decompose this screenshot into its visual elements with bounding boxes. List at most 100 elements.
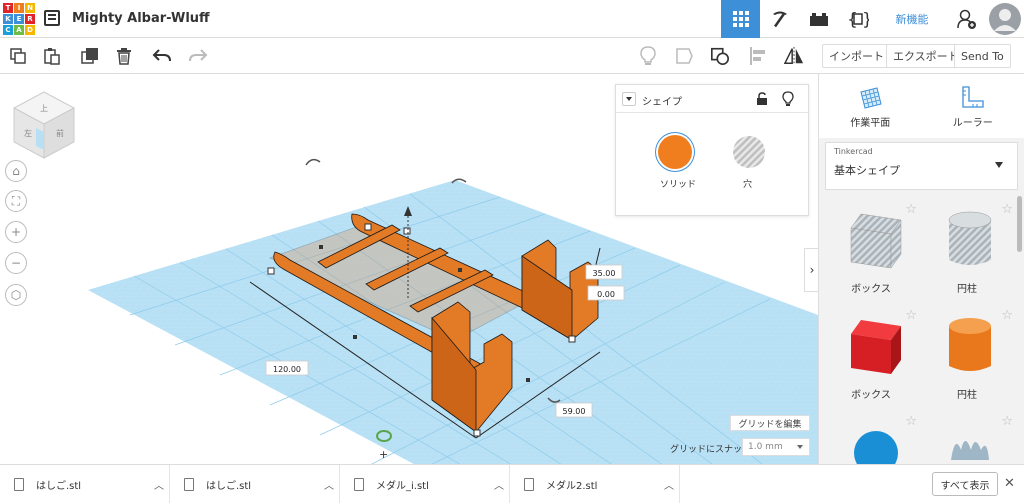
blocks-button[interactable] — [760, 0, 799, 38]
shape-box-hole[interactable]: ☆ ボックス — [825, 200, 917, 300]
bricks-button[interactable] — [799, 0, 838, 38]
favorite-star-icon[interactable]: ☆ — [1001, 202, 1013, 217]
design-title[interactable]: Mighty Albar-Wluff — [72, 11, 210, 26]
inspector-title: シェイプ — [642, 93, 682, 108]
svg-text:前: 前 — [56, 128, 64, 138]
shape-scribble[interactable]: ☆ — [921, 412, 1013, 466]
download-item[interactable]: メダル_i.stl ︿ — [340, 465, 510, 503]
hole-label: 穴 — [743, 177, 752, 190]
duplicate-icon — [81, 47, 99, 65]
zoom-out-button[interactable]: − — [5, 252, 27, 274]
home-view-button[interactable]: ⌂ — [5, 160, 27, 182]
add-user-icon — [956, 8, 978, 30]
copy-icon — [9, 47, 27, 65]
ruler-icon — [960, 84, 986, 110]
snap-grid-label: グリッドにスナップ — [670, 442, 751, 455]
3d-view-button[interactable] — [721, 0, 760, 38]
favorite-star-icon[interactable]: ☆ — [905, 308, 917, 323]
elevation-dim: 0.00 — [597, 290, 615, 299]
shape-outline-button[interactable] — [674, 46, 694, 66]
cylinder-icon — [947, 316, 993, 376]
send-to-button[interactable]: Send To — [954, 44, 1011, 68]
length-dim: 120.00 — [273, 365, 301, 374]
box-icon — [847, 316, 905, 376]
width-dim: 59.00 — [563, 407, 586, 416]
edit-toolbar: インポート エクスポート Send To — [0, 38, 1024, 74]
zoom-in-button[interactable]: + — [5, 221, 27, 243]
redo-icon — [188, 48, 208, 64]
lightbulb-icon[interactable] — [782, 91, 794, 107]
download-item[interactable]: メダル2.stl ︿ — [510, 465, 680, 503]
shape-box-solid[interactable]: ☆ ボックス — [825, 306, 917, 406]
speech-bubble-icon — [674, 46, 694, 66]
undo-icon — [152, 48, 172, 64]
svg-text:+: + — [379, 448, 388, 461]
code-icon: {} — [847, 9, 869, 29]
shape-library-dropdown[interactable]: Tinkercad 基本シェイプ — [825, 142, 1018, 190]
paste-button[interactable] — [42, 46, 62, 66]
avatar-icon — [989, 3, 1021, 35]
download-item[interactable]: はしご.stl ︿ — [0, 465, 170, 503]
chevron-up-icon[interactable]: ︿ — [489, 477, 509, 492]
notes-button[interactable] — [638, 46, 658, 66]
inspector-collapse-button[interactable] — [622, 92, 636, 106]
shape-cylinder-solid[interactable]: ☆ 円柱 — [921, 306, 1013, 406]
close-icon[interactable]: ✕ — [1004, 476, 1015, 491]
top-bar: T I N K E R C A D Mighty Albar-Wluff {} … — [0, 0, 1024, 38]
codeblocks-button[interactable]: {} — [838, 0, 877, 38]
tinkercad-logo[interactable]: T I N K E R C A D — [3, 3, 35, 35]
height-dim: 35.00 — [593, 269, 616, 278]
duplicate-button[interactable] — [80, 46, 100, 66]
shape-cylinder-hole[interactable]: ☆ 円柱 — [921, 200, 1013, 300]
group-button[interactable] — [710, 46, 730, 66]
shape-sphere[interactable]: ☆ — [825, 412, 917, 466]
user-avatar[interactable] — [986, 0, 1024, 38]
svg-text:}: } — [862, 10, 869, 29]
download-item[interactable]: はしご.stl ︿ — [170, 465, 340, 503]
chevron-up-icon[interactable]: ︿ — [149, 477, 169, 492]
redo-button[interactable] — [188, 46, 208, 66]
copy-button[interactable] — [8, 46, 28, 66]
show-all-downloads-button[interactable]: すべて表示 — [932, 472, 998, 496]
mirror-button[interactable] — [784, 46, 804, 66]
chevron-up-icon[interactable]: ︿ — [319, 477, 339, 492]
align-icon — [749, 46, 767, 66]
add-user-button[interactable] — [947, 0, 986, 38]
file-icon — [524, 478, 534, 491]
import-button[interactable]: インポート — [822, 44, 891, 68]
chevron-up-icon[interactable]: ︿ — [659, 477, 679, 492]
cylinder-hole-icon — [947, 210, 993, 270]
hole-swatch[interactable] — [732, 135, 766, 169]
unlock-icon[interactable] — [756, 92, 768, 106]
download-bar: はしご.stl ︿ はしご.stl ︿ メダル_i.stl ︿ メダル2.stl… — [0, 464, 1024, 502]
mirror-icon — [784, 46, 804, 66]
align-button[interactable] — [748, 46, 768, 66]
solid-swatch[interactable] — [658, 135, 692, 169]
favorite-star-icon[interactable]: ☆ — [1001, 308, 1013, 323]
chevron-down-icon — [995, 162, 1003, 168]
design-list-icon[interactable] — [44, 10, 60, 26]
panel-scrollbar[interactable] — [1017, 196, 1022, 252]
delete-button[interactable] — [114, 46, 134, 66]
favorite-star-icon[interactable]: ☆ — [1001, 414, 1013, 429]
trash-icon — [115, 47, 133, 65]
fit-view-button[interactable]: ⛶ — [5, 190, 27, 212]
workplane-tool[interactable]: 作業平面 — [819, 74, 922, 138]
file-icon — [184, 478, 194, 491]
favorite-star-icon[interactable]: ☆ — [905, 202, 917, 217]
group-icon — [710, 46, 730, 66]
pickaxe-icon — [770, 9, 790, 29]
shapes-panel: 作業平面 ルーラー Tinkercad 基本シェイプ ☆ ボックス — [818, 74, 1024, 464]
edit-grid-button[interactable]: グリッドを編集 — [730, 415, 810, 431]
grid-icon — [732, 10, 750, 28]
perspective-button[interactable]: ⬡ — [5, 284, 27, 306]
undo-button[interactable] — [152, 46, 172, 66]
workplane-icon — [857, 84, 883, 110]
favorite-star-icon[interactable]: ☆ — [905, 414, 917, 429]
paste-icon — [43, 47, 61, 65]
view-cube[interactable]: 上 左 前 — [10, 90, 78, 160]
ruler-tool[interactable]: ルーラー — [922, 74, 1024, 138]
snap-grid-select[interactable]: 1.0 mm — [742, 438, 810, 456]
box-hole-icon — [847, 210, 905, 270]
new-features-link[interactable]: 新機能 — [877, 0, 947, 38]
